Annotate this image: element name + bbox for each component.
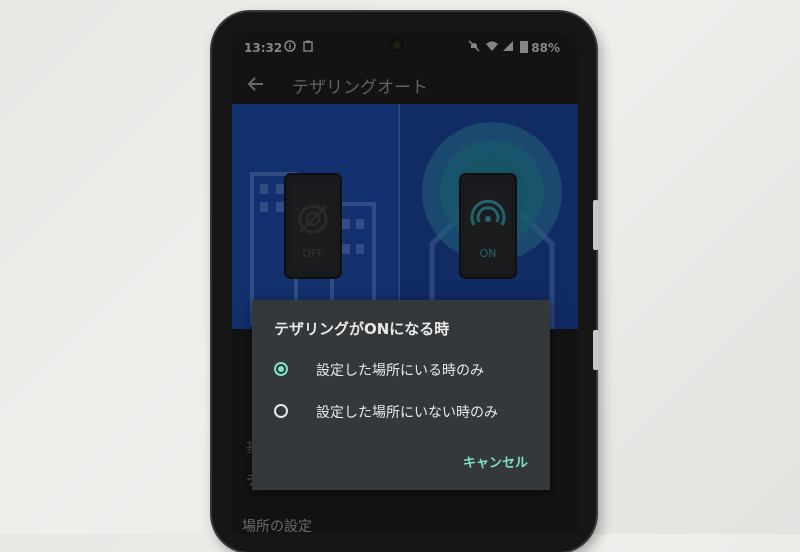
power-button (593, 330, 599, 370)
option-outside-location[interactable]: 設定した場所にいない時のみ (274, 400, 544, 424)
radio-unselected[interactable] (274, 404, 288, 418)
option-inside-location[interactable]: 設定した場所にいる時のみ (274, 358, 544, 382)
phone-screen: 13:32 88% テザリングオート OFF ON 場所の設定 テザリングがON… (232, 32, 578, 534)
option-label: 設定した場所にいる時のみ (316, 363, 484, 379)
volume-button (593, 200, 599, 250)
dialog-title: テザリングがONになる時 (274, 320, 450, 338)
tethering-on-dialog: テザリングがONになる時 設定した場所にいる時のみ 設定した場所にいない時のみ … (252, 300, 550, 490)
option-label: 設定した場所にいない時のみ (316, 405, 498, 421)
cancel-button[interactable]: キャンセル (463, 452, 528, 471)
radio-selected[interactable] (274, 362, 288, 376)
